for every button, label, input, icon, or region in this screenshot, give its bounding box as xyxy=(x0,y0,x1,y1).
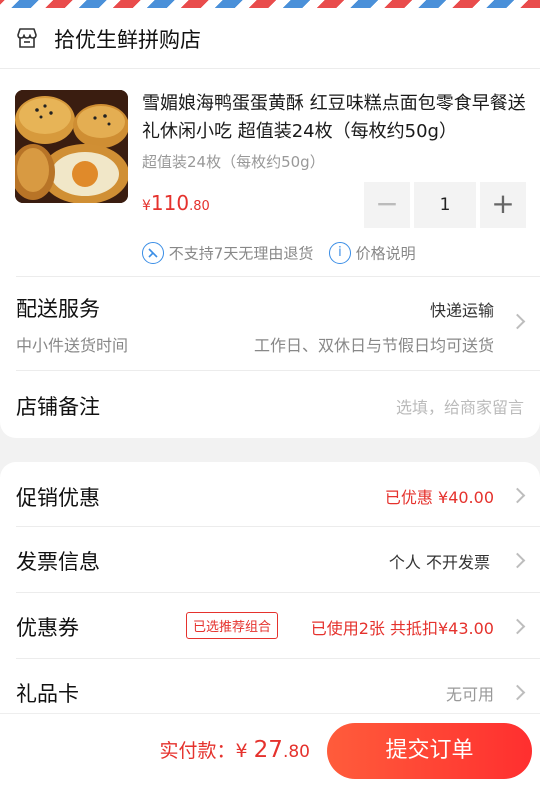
divider xyxy=(16,526,540,527)
promotion-value: 已优惠 ¥40.00 xyxy=(384,488,494,507)
divider xyxy=(16,658,540,659)
quantity-value[interactable]: 1 xyxy=(414,182,476,228)
checkout-bar: 实付款：¥ 27.80 提交订单 xyxy=(0,713,540,787)
delivery-schedule: 工作日、双休日与节假日均可送货 xyxy=(253,336,494,355)
info-icon[interactable]: i xyxy=(328,242,351,264)
store-name: 拾优生鲜拼购店 xyxy=(54,28,201,52)
airmail-border xyxy=(0,0,540,8)
delivery-sub-label: 中小件送货时间 xyxy=(16,336,129,355)
payable-label: 实付款： xyxy=(159,740,236,762)
chevron-right-icon xyxy=(509,487,526,504)
decrease-quantity-button[interactable]: − xyxy=(364,182,410,228)
product-title[interactable]: 雪媚娘海鸭蛋蛋黄酥 红豆味糕点面包零食早餐送礼休闲小吃 超值装24枚（每枚约50… xyxy=(142,90,526,146)
no-return-icon xyxy=(142,242,164,264)
store-icon xyxy=(17,28,37,48)
quantity-stepper: − 1 + xyxy=(364,182,526,230)
payable-decimal: .80 xyxy=(282,742,310,762)
store-note-label: 店铺备注 xyxy=(16,395,100,419)
price-integer: 110 xyxy=(150,191,190,215)
product-thumbnail[interactable] xyxy=(15,90,128,203)
divider xyxy=(16,370,540,371)
submit-order-button[interactable]: 提交订单 xyxy=(327,723,532,779)
product-price: ¥110.80 xyxy=(142,191,210,215)
price-currency: ¥ xyxy=(142,198,151,214)
chevron-right-icon xyxy=(509,684,526,701)
payable-amount: 实付款：¥ 27.80 xyxy=(160,736,310,763)
no-return-text: 不支持7天无理由退货 xyxy=(168,244,314,263)
delivery-label: 配送服务 xyxy=(16,297,100,321)
policy-row: 不支持7天无理由退货 i 价格说明 xyxy=(142,242,416,270)
payable-integer: 27 xyxy=(253,737,283,763)
increase-quantity-button[interactable]: + xyxy=(480,182,526,228)
chevron-right-icon xyxy=(509,618,526,635)
chevron-right-icon xyxy=(509,313,526,330)
chevron-right-icon xyxy=(509,552,526,569)
discount-card: 促销优惠 已优惠 ¥40.00 发票信息 个人 不开发票 优惠券 已选推荐组合 … xyxy=(0,462,540,722)
price-note-link[interactable]: 价格说明 xyxy=(356,245,416,263)
price-decimal: .80 xyxy=(189,199,210,214)
order-card: 拾优生鲜拼购店 雪媚娘海鸭蛋蛋黄酥 红豆味糕点面包零食早餐送礼休闲小吃 超值装2… xyxy=(0,8,540,438)
coupon-value: 已使用2张 共抵扣¥43.00 xyxy=(310,619,494,638)
divider xyxy=(0,68,540,69)
payable-currency: ¥ xyxy=(235,740,248,762)
gift-card-value: 无可用 xyxy=(445,685,494,704)
store-header[interactable]: 拾优生鲜拼购店 xyxy=(0,8,540,68)
promotion-label: 促销优惠 xyxy=(16,486,100,510)
divider xyxy=(16,276,540,277)
coupon-recommended-tag: 已选推荐组合 xyxy=(186,612,279,639)
divider xyxy=(16,592,540,593)
store-note-input[interactable]: 选填，给商家留言 xyxy=(396,394,524,418)
invoice-value: 个人 不开发票 xyxy=(388,553,490,572)
gift-card-label: 礼品卡 xyxy=(16,682,79,706)
product-spec: 超值装24枚（每枚约50g） xyxy=(142,153,325,171)
delivery-method: 快递运输 xyxy=(429,301,494,320)
invoice-label: 发票信息 xyxy=(16,550,100,574)
coupon-label: 优惠券 xyxy=(16,616,79,640)
